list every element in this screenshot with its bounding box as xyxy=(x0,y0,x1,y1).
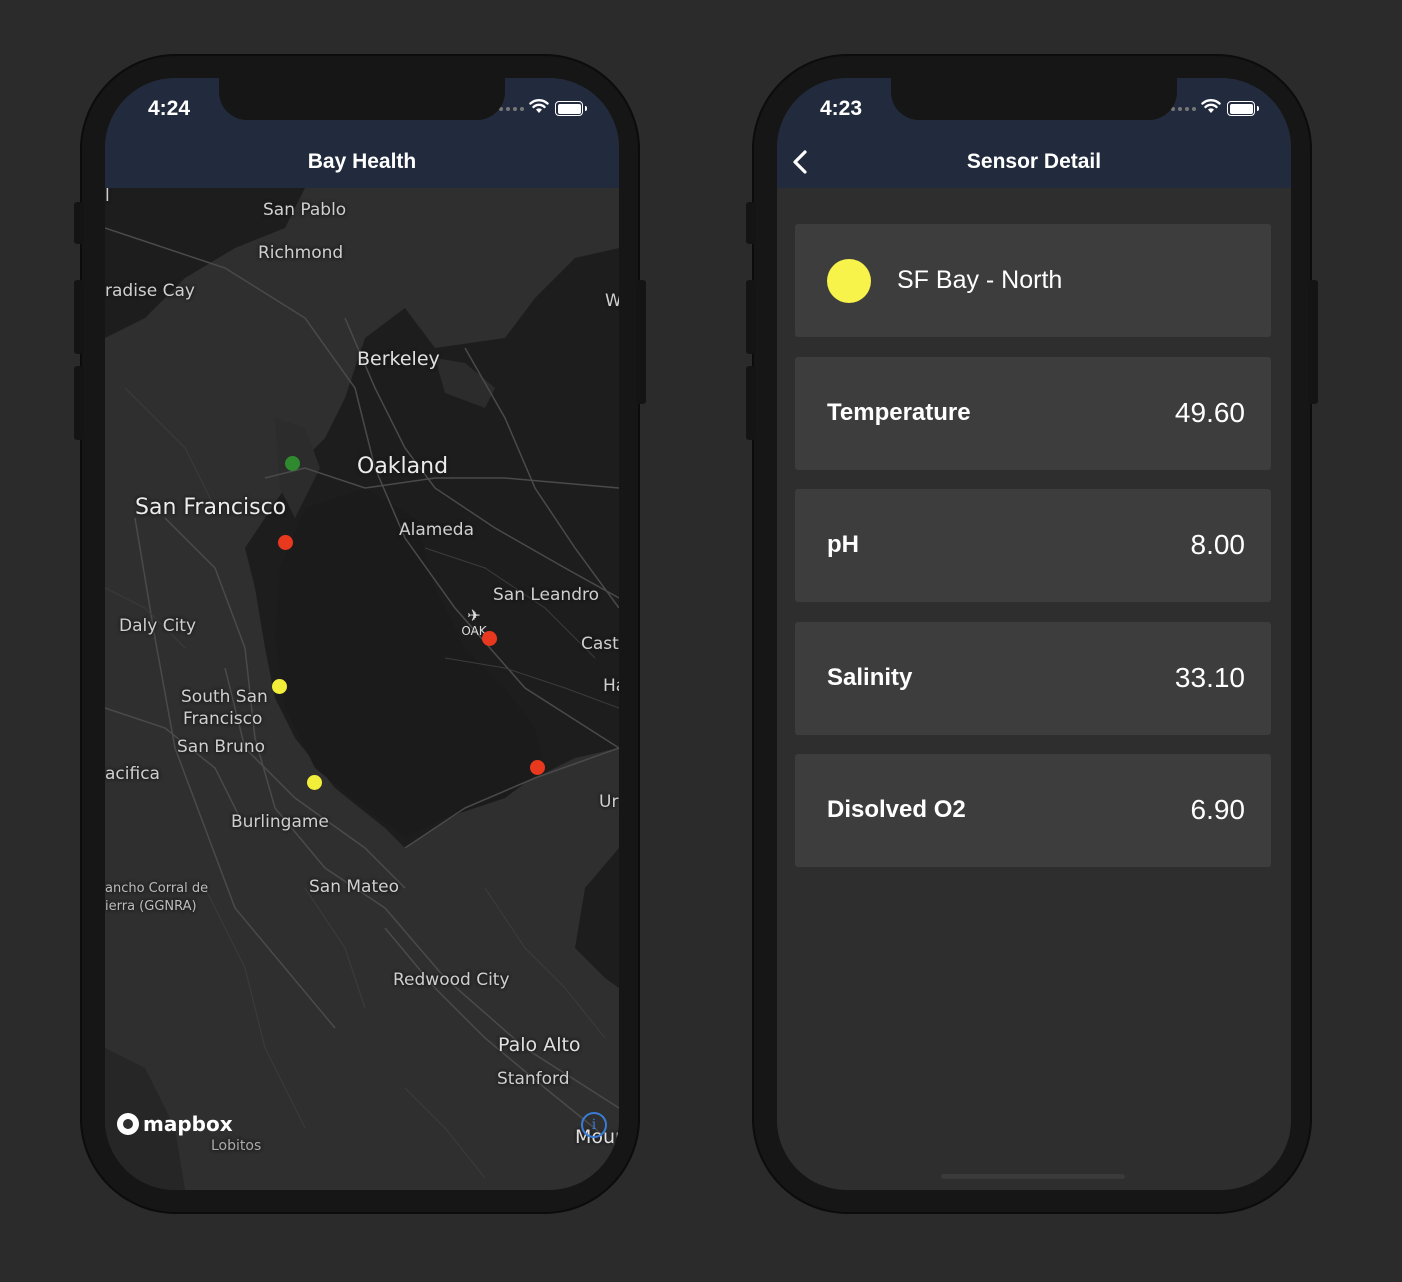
detail-screen: 4:23 Sensor Detail SF Bay - North Temper… xyxy=(777,78,1291,1190)
home-indicator[interactable] xyxy=(941,1174,1125,1179)
map-label-hayward: Ha xyxy=(603,676,619,696)
map-label-rancho-line2: ierra (GGNRA) xyxy=(105,899,197,914)
map-label-castro-valley: Cast xyxy=(581,634,619,654)
map-label-alameda: Alameda xyxy=(399,520,474,540)
map-label-burlingame: Burlingame xyxy=(231,812,329,832)
power-button xyxy=(1308,280,1318,404)
battery-icon xyxy=(1227,101,1259,116)
map-label-richmond: Richmond xyxy=(258,243,344,263)
sensor-name: SF Bay - North xyxy=(897,266,1063,294)
sensor-marker-green[interactable] xyxy=(284,455,300,471)
map-label-stanford: Stanford xyxy=(497,1069,570,1089)
airplane-icon: ✈ xyxy=(467,606,481,625)
status-icons xyxy=(499,98,599,118)
map-label-san-leandro: San Leandro xyxy=(493,585,600,605)
reading-label: pH xyxy=(827,531,859,558)
map-label-lobitos: Lobitos xyxy=(211,1138,262,1154)
map-label-south-sf-line2: Francisco xyxy=(183,709,263,729)
navigation-bar: Bay Health xyxy=(105,142,619,188)
wifi-icon xyxy=(1201,99,1221,113)
sensor-marker-red-sf[interactable] xyxy=(277,534,293,550)
phone-frame-map: 4:24 Bay Health l San Pablo Richmond rad… xyxy=(74,54,646,1214)
mute-switch xyxy=(74,202,84,244)
sensor-marker-red-oak[interactable] xyxy=(481,630,497,646)
reading-value: 49.60 xyxy=(1174,397,1245,428)
reading-label: Temperature xyxy=(827,399,971,426)
info-icon[interactable]: i xyxy=(581,1112,607,1138)
sensor-status-dot xyxy=(827,259,871,303)
wifi-icon xyxy=(529,99,549,113)
page-title: Bay Health xyxy=(307,150,417,173)
volume-up-button xyxy=(746,280,756,354)
notch xyxy=(219,78,505,120)
map-view[interactable]: l San Pablo Richmond radise Cay W Berkel… xyxy=(105,188,619,1190)
power-button xyxy=(636,280,646,404)
mapbox-logo-icon xyxy=(117,1113,139,1135)
map-label-edge-l: l xyxy=(105,188,110,206)
reading-row-temperature: Temperature 49.60 xyxy=(795,357,1271,470)
reading-row-salinity: Salinity 33.10 xyxy=(795,622,1271,735)
reading-row-dissolved-o2: Disolved O2 6.90 xyxy=(795,754,1271,867)
volume-up-button xyxy=(74,280,84,354)
map-screen: 4:24 Bay Health l San Pablo Richmond rad… xyxy=(105,78,619,1190)
battery-icon xyxy=(555,101,587,116)
sensor-detail-content: SF Bay - North Temperature 49.60 pH 8.00… xyxy=(777,188,1291,1190)
cellular-signal-icon xyxy=(499,107,524,111)
reading-value: 6.90 xyxy=(1190,794,1246,825)
map-label-san-bruno: San Bruno xyxy=(177,737,265,757)
reading-label: Salinity xyxy=(827,664,913,691)
map-label-w: W xyxy=(605,291,619,311)
page-title: Sensor Detail xyxy=(966,150,1102,173)
reading-row-ph: pH 8.00 xyxy=(795,489,1271,602)
status-icons xyxy=(1171,98,1271,118)
status-time: 4:24 xyxy=(148,97,191,120)
map-label-san-francisco: San Francisco xyxy=(135,495,287,520)
reading-label: Disolved O2 xyxy=(827,796,966,823)
navigation-bar: Sensor Detail xyxy=(777,142,1291,188)
phone-frame-detail: 4:23 Sensor Detail SF Bay - North Temper… xyxy=(746,54,1318,1214)
map-label-oakland: Oakland xyxy=(357,454,449,479)
map-label-san-pablo: San Pablo xyxy=(263,200,347,220)
map-label-berkeley: Berkeley xyxy=(357,348,440,370)
map-label-san-mateo: San Mateo xyxy=(309,877,399,897)
mapbox-attribution[interactable]: mapbox xyxy=(117,1112,233,1136)
sensor-marker-red-bridge[interactable] xyxy=(529,759,545,775)
volume-down-button xyxy=(74,366,84,440)
mute-switch xyxy=(746,202,756,244)
status-time: 4:23 xyxy=(820,97,863,120)
map-label-daly-city: Daly City xyxy=(119,616,197,636)
notch xyxy=(891,78,1177,120)
volume-down-button xyxy=(746,366,756,440)
map-label-redwood-city: Redwood City xyxy=(393,970,510,990)
sensor-marker-yellow-ssf[interactable] xyxy=(271,678,287,694)
reading-value: 33.10 xyxy=(1174,662,1245,693)
cellular-signal-icon xyxy=(1171,107,1196,111)
reading-value: 8.00 xyxy=(1190,529,1246,560)
sensor-marker-yellow-burlingame[interactable] xyxy=(306,774,322,790)
sensor-header-card: SF Bay - North xyxy=(795,224,1271,337)
map-label-pacifica: acifica xyxy=(105,764,160,784)
map-label-union-city: Ur xyxy=(599,792,619,812)
map-label-rancho-line1: ancho Corral de xyxy=(105,881,209,896)
map-label-south-sf-line1: South San xyxy=(181,687,268,707)
map-label-paradise-cay: radise Cay xyxy=(105,281,195,301)
map-label-palo-alto: Palo Alto xyxy=(498,1034,581,1056)
mapbox-wordmark: mapbox xyxy=(143,1112,233,1136)
